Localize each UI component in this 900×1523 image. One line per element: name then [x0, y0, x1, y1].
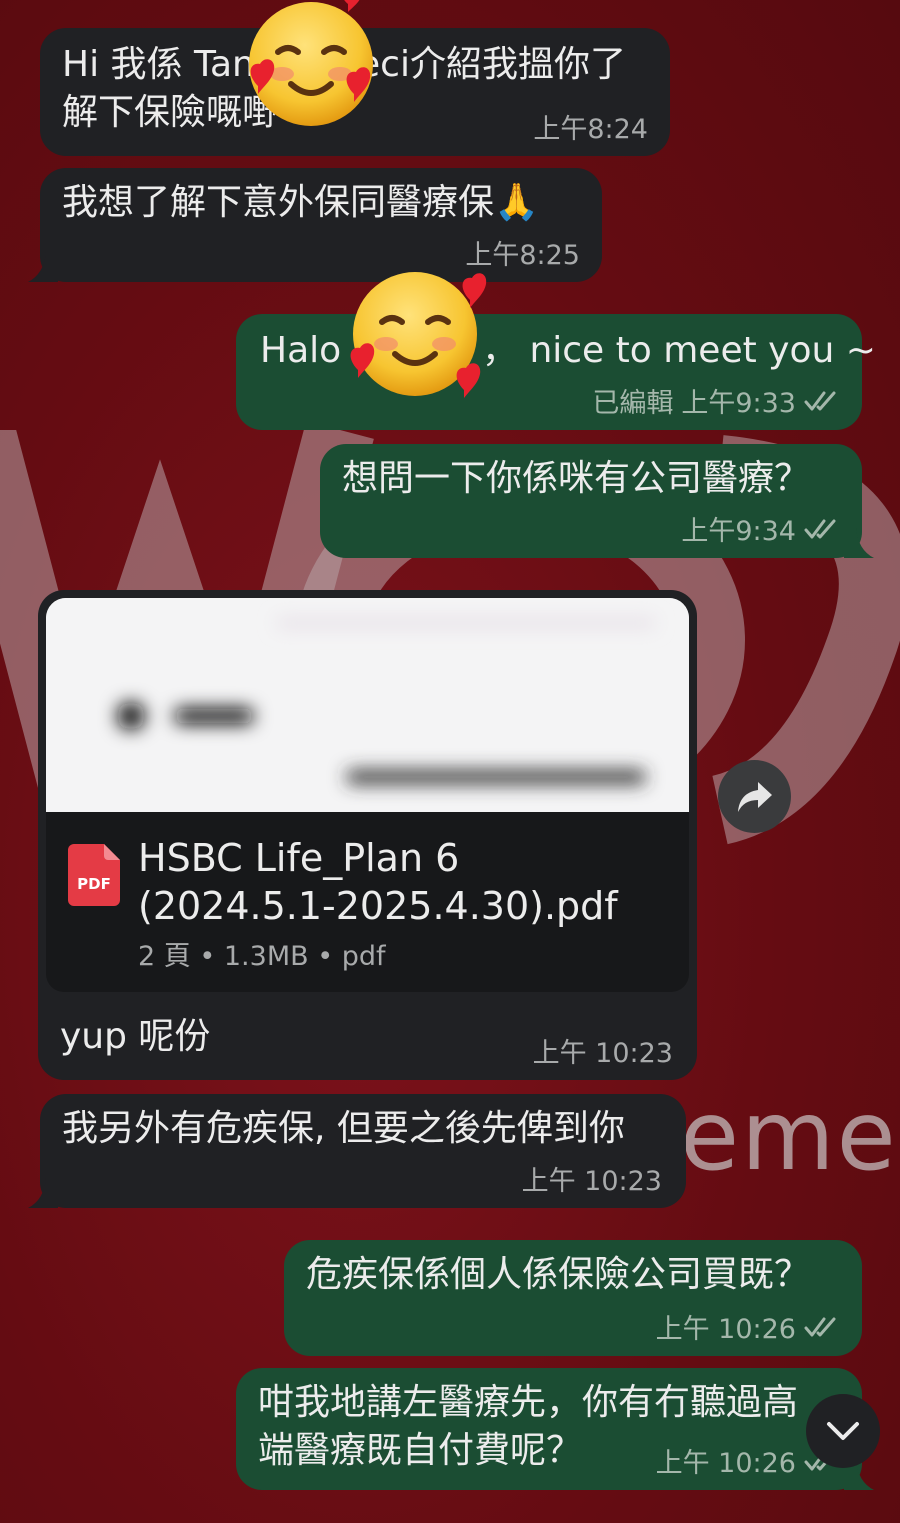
message-bubble-outgoing[interactable]: 想問一下你係咪有公司醫療？ 上午9:34 — [320, 444, 874, 558]
document-extension: pdf — [341, 941, 386, 972]
document-name-line: (2024.5.1-2025.4.30).pdf — [138, 884, 618, 928]
message-text-line: 想問一下你係咪有公司醫療？ — [342, 458, 811, 499]
message-text-line: Hi 我係 Tan — [62, 44, 255, 85]
document-meta: 2 頁 • 1.3MB • pdf — [138, 934, 386, 973]
message-text-line: 咁我地講左醫療先，你有冇聽過高 — [258, 1382, 799, 1423]
double-check-icon — [804, 1317, 836, 1336]
message-bubble-incoming[interactable]: 我想了解下意外保同醫療保🙏 上午8:25 — [28, 168, 602, 282]
message-text-line: eci介紹我搵你了 — [358, 44, 626, 85]
document-preview[interactable] — [46, 598, 689, 812]
message-time: 上午8:24 — [533, 114, 648, 145]
message-text-fragment: Halo — [260, 330, 342, 371]
bubble-tail — [844, 528, 874, 558]
bubble-tail — [28, 252, 58, 282]
document-pages: 2 頁 — [138, 941, 191, 972]
message-caption: yup 呢份 — [60, 1016, 211, 1057]
message-time: 上午 10:23 — [532, 1038, 673, 1069]
message-text-fragment: ， nice to meet you ~ — [482, 330, 876, 371]
message-meta: 上午9:34 — [681, 509, 840, 548]
forward-button[interactable] — [718, 760, 791, 833]
bubble-tail — [28, 1178, 58, 1208]
wallpaper-watermark-text: emen — [680, 1080, 900, 1192]
message-text-line: 我另外有危疾保, 但要之後先俾到你 — [62, 1108, 625, 1149]
message-bubble-outgoing[interactable]: Halo ， nice to meet you ~ 已編輯 上午9:33 — [236, 314, 876, 430]
double-check-icon — [804, 519, 836, 538]
message-time: 上午9:34 — [681, 516, 796, 547]
separator-dot: • — [317, 941, 342, 972]
message-bubble-outgoing[interactable]: 咁我地講左醫療先，你有冇聽過高 端醫療既自付費呢？ 上午 10:26 — [236, 1368, 874, 1490]
double-check-icon — [804, 391, 836, 410]
chevron-down-icon — [827, 1422, 859, 1440]
message-time: 上午 10:26 — [655, 1448, 796, 1479]
message-time: 上午 10:23 — [521, 1166, 662, 1197]
message-bubble-incoming[interactable]: 我另外有危疾保, 但要之後先俾到你 上午 10:23 — [28, 1094, 686, 1208]
pdf-file-icon: PDF — [68, 844, 120, 906]
message-bubble-outgoing[interactable]: 危疾保係個人係保險公司買既？ 上午 10:26 — [284, 1240, 862, 1356]
edited-label: 已編輯 — [592, 388, 674, 419]
document-size: 1.3MB — [223, 941, 309, 972]
message-text-line: 我想了解下意外保同醫療保🙏 — [62, 182, 539, 223]
pdf-icon-label: PDF — [77, 875, 111, 893]
document-name: HSBC Life_Plan 6 (2024.5.1-2025.4.30).pd… — [138, 834, 618, 930]
document-info[interactable]: PDF HSBC Life_Plan 6 (2024.5.1-2025.4.30… — [46, 812, 689, 992]
message-text-line: 危疾保係個人係保險公司買既？ — [306, 1254, 811, 1295]
message-meta: 上午 10:26 — [656, 1307, 840, 1346]
document-preview-blur — [46, 598, 689, 812]
message-meta: 已編輯 上午9:33 — [592, 381, 840, 420]
smiling-face-with-hearts-icon — [249, 0, 373, 126]
message-bubble-document[interactable]: PDF HSBC Life_Plan 6 (2024.5.1-2025.4.30… — [38, 590, 697, 1080]
message-time: 上午 10:26 — [655, 1314, 796, 1345]
message-time: 上午9:33 — [681, 388, 796, 419]
smiling-face-with-hearts-icon — [350, 272, 487, 398]
document-name-line: HSBC Life_Plan 6 — [138, 836, 460, 880]
forward-icon — [737, 781, 772, 812]
separator-dot: • — [199, 941, 224, 972]
message-text-line: 端醫療既自付費呢？ — [258, 1430, 583, 1471]
scroll-to-bottom-button[interactable] — [806, 1394, 880, 1468]
